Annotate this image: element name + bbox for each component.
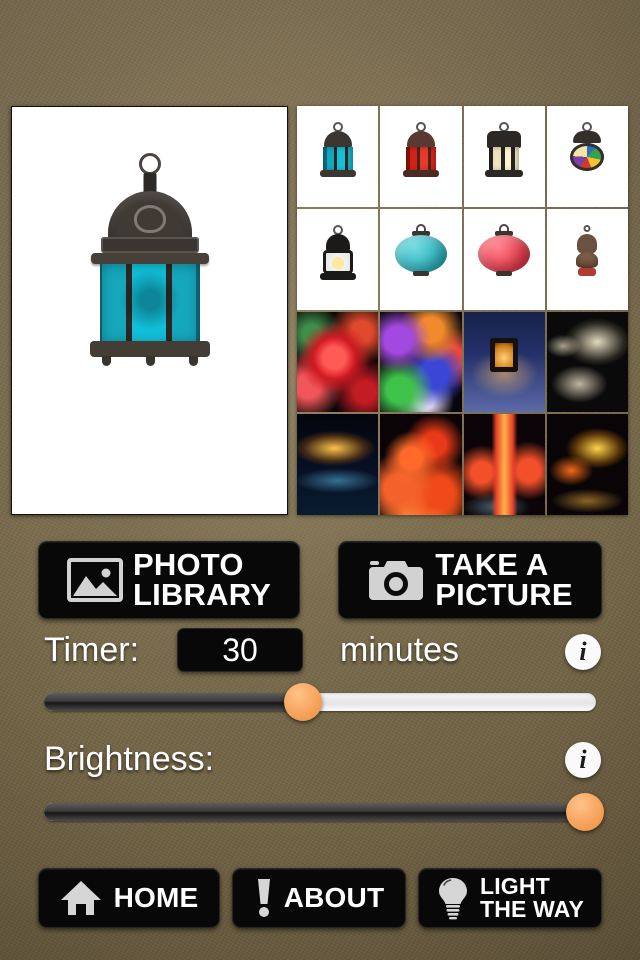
brightness-slider-track[interactable] [44, 803, 596, 821]
lantern-thumb-icon [401, 122, 441, 178]
thumbnail-item[interactable] [546, 208, 628, 310]
thumbnail-item[interactable] [297, 208, 379, 310]
night-lanterns-scene [297, 311, 379, 413]
timer-slider-fill [44, 693, 304, 711]
lantern-thumb-icon [572, 224, 602, 281]
illuminated-pagoda-scene [297, 414, 379, 515]
timer-info-icon[interactable]: i [565, 634, 601, 670]
paper-lantern-thumb-icon [478, 223, 531, 277]
lantern-pillar-scene [463, 414, 545, 515]
brightness-label: Brightness: [44, 740, 215, 778]
lantern-base [89, 341, 210, 357]
timer-slider[interactable] [44, 682, 596, 722]
thumbnail-item[interactable] [463, 106, 545, 207]
timer-value-field[interactable]: 30 [177, 628, 303, 672]
lightbulb-icon [438, 878, 467, 920]
lantern-collar [90, 253, 209, 264]
lantern-silhouette [490, 337, 519, 372]
photo-library-label: PHOTO LIBRARY [132, 546, 272, 612]
about-button[interactable]: ABOUT [232, 868, 406, 928]
thumbnail-item[interactable] [380, 208, 462, 310]
take-picture-label: TAKE A PICTURE [435, 546, 573, 612]
lantern-thumb-icon [318, 224, 358, 281]
lantern-glass-body [99, 264, 200, 344]
light-the-way-label: LIGHT THE WAY [479, 872, 585, 922]
brightness-slider[interactable] [44, 792, 604, 832]
thumbnail-item[interactable] [463, 208, 545, 310]
lantern-illustration [84, 153, 216, 393]
about-label: ABOUT [283, 882, 385, 914]
paper-lantern-field-scene [546, 311, 628, 413]
thumbnail-item[interactable] [546, 311, 628, 413]
thumbnail-item[interactable] [463, 414, 545, 515]
brightness-slider-thumb[interactable] [565, 793, 604, 831]
lantern-thumb-icon [484, 122, 524, 178]
thumbnail-item[interactable] [297, 311, 379, 413]
thumbnail-item[interactable] [380, 311, 462, 413]
take-picture-button[interactable]: TAKE A PICTURE [338, 541, 602, 619]
lantern-thumb-icon [318, 122, 358, 178]
light-the-way-button[interactable]: LIGHT THE WAY [418, 868, 602, 928]
thumbnail-item[interactable] [297, 106, 379, 207]
thumbnail-item[interactable] [380, 414, 462, 515]
timer-slider-thumb[interactable] [284, 683, 323, 721]
preview-canvas [12, 107, 287, 514]
thumbnail-item[interactable] [297, 414, 379, 515]
thumbnail-item[interactable] [463, 311, 545, 413]
camera-icon [369, 561, 424, 600]
lantern-hanging-ring [138, 153, 161, 175]
timer-unit-label: minutes [340, 631, 460, 669]
lantern-thumb-icon [567, 122, 607, 178]
selected-photo-preview[interactable] [11, 106, 288, 515]
dragon-lantern-scene [546, 414, 628, 515]
paper-lantern-thumb-icon [394, 223, 447, 277]
thumbnail-item[interactable] [546, 106, 628, 207]
home-button[interactable]: HOME [38, 868, 220, 928]
brightness-slider-fill [44, 803, 585, 821]
exclamation-icon [257, 879, 270, 917]
timer-label: Timer: [44, 631, 140, 669]
thumbnail-item[interactable] [380, 106, 462, 207]
photo-thumbnail-grid[interactable] [297, 106, 628, 515]
thumbnail-item[interactable] [546, 414, 628, 515]
sky-lanterns-scene [380, 311, 462, 413]
home-label: HOME [113, 882, 199, 914]
brightness-info-icon[interactable]: i [565, 742, 601, 778]
photo-library-icon [66, 558, 123, 602]
photo-library-button[interactable]: PHOTO LIBRARY [38, 541, 300, 619]
lantern-feet [98, 356, 202, 366]
home-icon [60, 881, 101, 915]
lantern-filigree-band [100, 237, 199, 253]
red-lantern-mass-scene [380, 414, 462, 515]
